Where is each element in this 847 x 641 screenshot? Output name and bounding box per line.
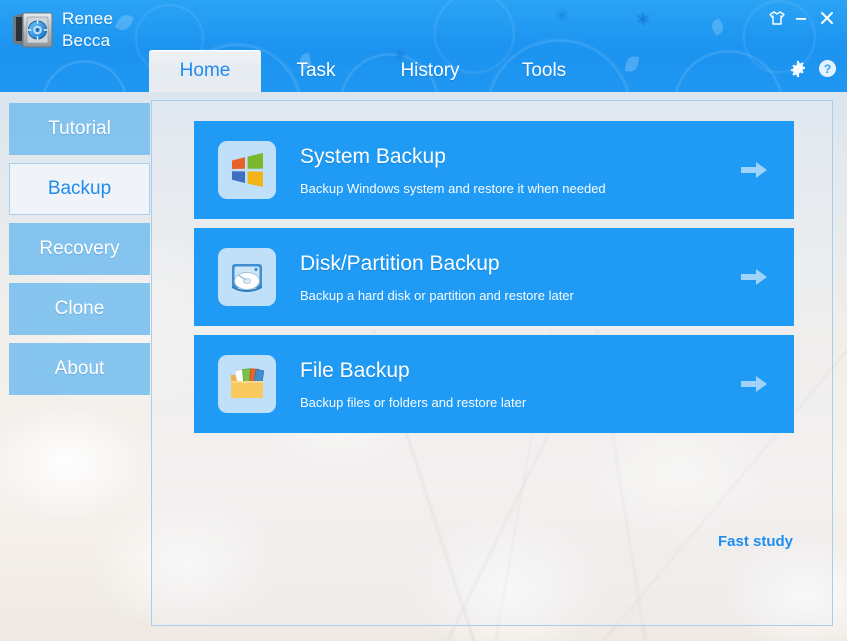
app-logo-icon <box>8 10 56 50</box>
flower-decoration <box>641 12 645 26</box>
svg-text:?: ? <box>824 62 832 76</box>
help-circle-icon[interactable]: ? <box>818 59 837 78</box>
gear-icon[interactable] <box>789 60 807 78</box>
flower-decoration <box>560 8 564 22</box>
backup-options-list: System Backup Backup Windows system and … <box>194 121 794 442</box>
petal-decoration <box>709 18 726 36</box>
sidebar-item-recovery[interactable]: Recovery <box>9 223 150 275</box>
card-description: Backup Windows system and restore it whe… <box>300 180 606 196</box>
petal-decoration <box>624 55 640 73</box>
sidebar-item-about[interactable]: About <box>9 343 150 395</box>
petal-decoration <box>114 11 135 34</box>
card-text-block: File Backup Backup files or folders and … <box>300 358 526 411</box>
minimize-icon[interactable] <box>789 7 813 29</box>
card-text-block: System Backup Backup Windows system and … <box>300 144 606 197</box>
main-content-panel: System Backup Backup Windows system and … <box>151 100 833 626</box>
card-text-block: Disk/Partition Backup Backup a hard disk… <box>300 251 574 304</box>
brand-line-1: Renee <box>62 9 114 28</box>
card-disk-partition-backup[interactable]: Disk/Partition Backup Backup a hard disk… <box>194 228 794 326</box>
tab-task[interactable]: Task <box>261 50 371 92</box>
title-bar: Renee Becca Home Task History Tools ? <box>0 0 847 92</box>
card-title: File Backup <box>300 358 410 382</box>
windows-flag-icon <box>218 141 276 199</box>
card-description: Backup files or folders and restore late… <box>300 394 527 410</box>
card-title: System Backup <box>300 144 446 168</box>
card-file-backup[interactable]: File Backup Backup files or folders and … <box>194 335 794 433</box>
close-icon[interactable] <box>815 7 839 29</box>
tab-home[interactable]: Home <box>149 50 261 92</box>
header-tool-buttons: ? <box>789 59 837 78</box>
app-brand-name: Renee Becca <box>62 8 113 52</box>
arrow-right-icon[interactable] <box>740 374 768 394</box>
folder-files-icon <box>218 355 276 413</box>
arrow-right-icon[interactable] <box>740 267 768 287</box>
card-description: Backup a hard disk or partition and rest… <box>300 287 574 303</box>
fast-study-link[interactable]: Fast study <box>718 533 793 550</box>
sidebar-item-tutorial[interactable]: Tutorial <box>9 103 150 155</box>
app-window: Renee Becca Home Task History Tools ? Tu… <box>0 0 847 641</box>
tab-tools[interactable]: Tools <box>489 50 599 92</box>
card-title: Disk/Partition Backup <box>300 251 500 275</box>
skin-icon[interactable] <box>765 7 789 29</box>
card-system-backup[interactable]: System Backup Backup Windows system and … <box>194 121 794 219</box>
tab-history[interactable]: History <box>371 50 489 92</box>
sidebar-item-backup[interactable]: Backup <box>9 163 150 215</box>
left-sidebar: Tutorial Backup Recovery Clone About <box>9 103 150 403</box>
arrow-right-icon[interactable] <box>740 160 768 180</box>
main-tab-bar: Home Task History Tools <box>149 50 599 92</box>
brand-line-2: Becca <box>62 31 111 50</box>
sidebar-item-clone[interactable]: Clone <box>9 283 150 335</box>
hard-disk-icon <box>218 248 276 306</box>
